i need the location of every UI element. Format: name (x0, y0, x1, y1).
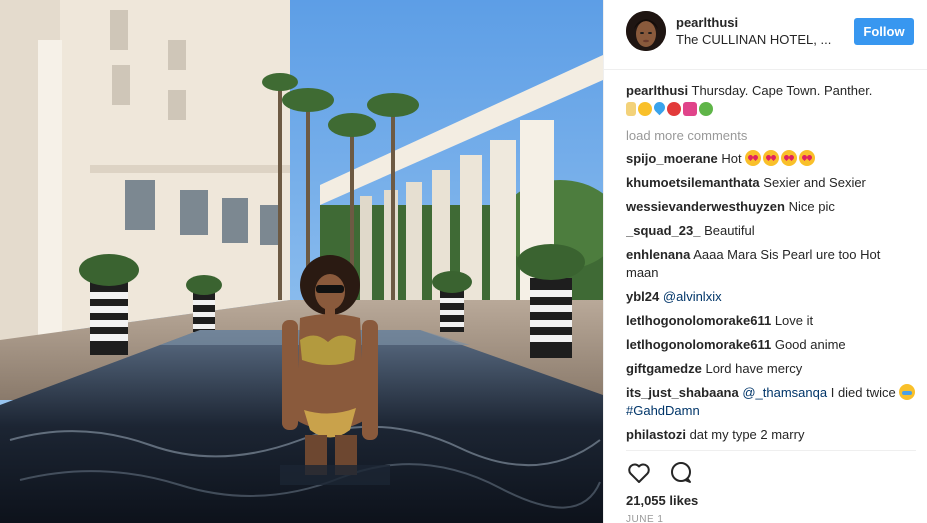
comment: khumoetsilemanthata Sexier and Sexier (626, 174, 916, 192)
comment-mention[interactable]: @_thamsanqa (742, 385, 827, 400)
comment: giftgamedze Lord have mercy (626, 360, 916, 378)
caption-author[interactable]: pearlthusi (626, 83, 688, 98)
heart-eyes-icon (763, 150, 780, 166)
post-photo[interactable] (0, 0, 603, 523)
comment-username[interactable]: giftgamedze (626, 361, 702, 376)
baby-bottle-icon (626, 102, 636, 116)
comment-text: Hot (721, 151, 742, 166)
comment-username[interactable]: enhlenana (626, 247, 690, 262)
comment: letlhogonolomorake611 Good anime (626, 336, 916, 354)
comment-username[interactable]: spijo_moerane (626, 151, 718, 166)
comment-text: Lord have mercy (705, 361, 803, 376)
comment-username[interactable]: philastozi (626, 427, 686, 442)
action-bar (626, 460, 694, 486)
crying-face-icon (899, 384, 916, 400)
comment: enhlenana Aaaa Mara Sis Pearl ure too Ho… (626, 246, 916, 282)
comment: its_just_shabaana @_thamsanqa I died twi… (626, 384, 916, 420)
droplet-icon (651, 99, 668, 116)
comment-username[interactable]: khumoetsilemanthata (626, 175, 760, 190)
post-header: pearlthusi The CULLINAN HOTEL, ... Follo… (604, 0, 927, 70)
divider (626, 450, 916, 451)
comment-username[interactable]: wessievanderwesthuyzen (626, 199, 785, 214)
smiley-icon (638, 102, 652, 116)
caption-text: Thursday. Cape Town. Panther. (691, 83, 873, 98)
heart-eyes-icon (781, 150, 798, 166)
caption-emojis (626, 99, 713, 116)
comment-username[interactable]: _squad_23_ (626, 223, 700, 238)
comment-text: Love it (774, 313, 814, 328)
comment-text: I died twice (830, 385, 896, 400)
comment: ybl24 @alvinlxix (626, 288, 916, 306)
ribbon-icon (683, 102, 697, 116)
heart-outline-icon[interactable] (626, 460, 652, 486)
comment-username[interactable]: its_just_shabaana (626, 385, 739, 400)
avatar[interactable] (626, 11, 666, 51)
comment-username[interactable]: letlhogonolomorake611 (626, 313, 771, 328)
comment: wessievanderwesthuyzen Nice pic (626, 198, 916, 216)
location-link[interactable]: The CULLINAN HOTEL, ... (676, 31, 846, 49)
comment-mention[interactable]: @alvinlxix (663, 289, 722, 304)
comment-text: dat my type 2 marry (689, 427, 805, 442)
balloon-icon (667, 102, 681, 116)
comment-username[interactable]: letlhogonolomorake611 (626, 337, 771, 352)
comment: letlhogonolomorake611 Love it (626, 312, 916, 330)
comment-text: Nice pic (788, 199, 835, 214)
speech-bubble-icon[interactable] (668, 460, 694, 486)
likes-count[interactable]: 21,055 likes (626, 493, 698, 509)
header-username[interactable]: pearlthusi (676, 14, 846, 31)
caption: pearlthusi Thursday. Cape Town. Panther. (626, 82, 916, 118)
heart-eyes-icon (799, 150, 816, 166)
comment: philastozi dat my type 2 marry (626, 426, 916, 444)
comment-text: Good anime (774, 337, 846, 352)
frog-icon (699, 102, 713, 116)
user-block: pearlthusi The CULLINAN HOTEL, ... (676, 14, 846, 49)
comment: spijo_moerane Hot (626, 150, 916, 168)
heart-eyes-icon (745, 150, 762, 166)
heart-eyes-emojis (745, 150, 817, 166)
load-more-comments-link[interactable]: load more comments (626, 127, 916, 145)
comment-username[interactable]: ybl24 (626, 289, 659, 304)
comment: _squad_23_ Beautiful (626, 222, 916, 240)
comment-hashtag[interactable]: #GahdDamn (626, 403, 700, 418)
comments-list[interactable]: pearlthusi Thursday. Cape Town. Panther.… (626, 82, 916, 450)
comment-text: Beautiful (704, 223, 755, 238)
comment-text: Sexier and Sexier (763, 175, 866, 190)
post-details-panel: pearlthusi The CULLINAN HOTEL, ... Follo… (603, 0, 927, 523)
post-date[interactable]: JUNE 1 (626, 514, 663, 523)
follow-button[interactable]: Follow (854, 18, 914, 45)
